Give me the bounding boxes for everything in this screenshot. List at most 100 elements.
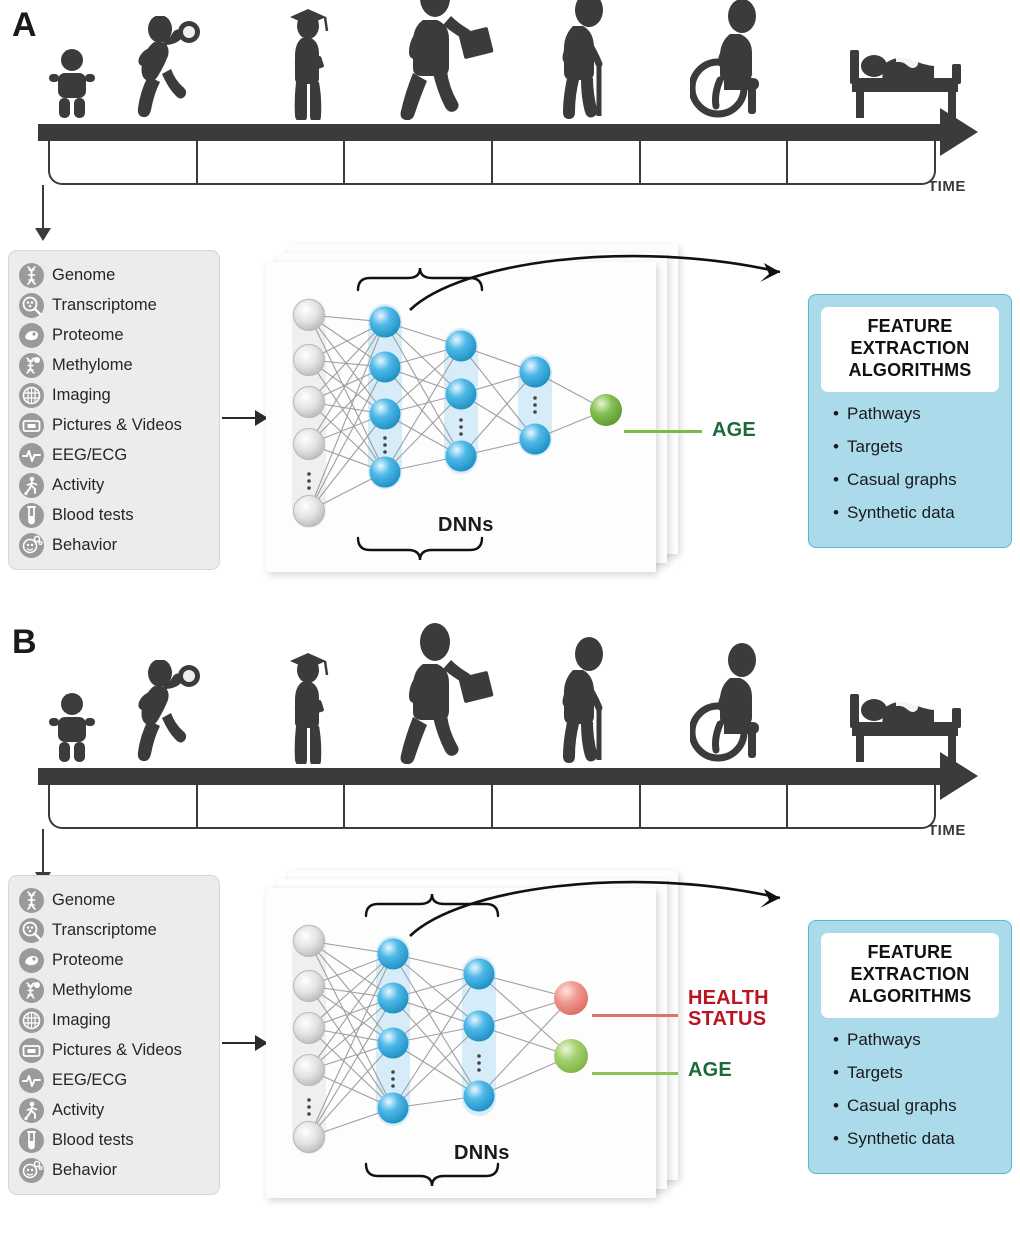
data-type-item-methylome: Methylome — [19, 975, 213, 1005]
data-type-label: Proteome — [52, 325, 124, 344]
media-frame-icon — [19, 1037, 44, 1063]
data-type-item-activity: Activity — [19, 1095, 213, 1125]
data-type-label: Pictures & Videos — [52, 415, 182, 434]
data-type-item-blood-tests: Blood tests — [19, 1125, 213, 1155]
output-node-age — [590, 394, 622, 426]
timeline-cell — [788, 785, 934, 827]
data-types-list-b: Genome Transcriptome Proteome Methylome Imag… — [8, 875, 220, 1195]
brace-to-feature-arrow-a — [409, 254, 781, 311]
brace-to-feature-arrow-b — [409, 880, 781, 937]
timeline-cell — [641, 785, 789, 827]
graduate-icon — [290, 653, 329, 764]
wheelchair-icon — [690, 0, 759, 118]
bullet-icon: • — [833, 1095, 839, 1115]
data-type-item-behavior: Behavior — [19, 530, 213, 560]
pulse-wave-icon — [22, 1074, 41, 1087]
dna-icon — [27, 890, 36, 910]
media-frame-icon — [22, 419, 41, 432]
test-tube-icon — [19, 502, 44, 528]
timeline-cell — [50, 141, 198, 183]
timeline-cell — [788, 141, 934, 183]
methylation-dna-icon — [19, 352, 44, 378]
timeline-axis-bar-b — [38, 768, 958, 785]
feature-item-label: Targets — [847, 1062, 903, 1082]
wheelchair-icon — [690, 643, 759, 762]
elderly-cane-icon — [562, 0, 603, 119]
behavior-head-icon — [19, 532, 44, 558]
timeline-cell — [345, 785, 494, 827]
data-type-item-pictures-videos: Pictures & Videos — [19, 410, 213, 440]
lifestage-figures-b — [0, 623, 1020, 764]
data-type-item-pictures-videos: Pictures & Videos — [19, 1035, 213, 1065]
pulse-wave-icon — [19, 1067, 44, 1093]
data-type-item-transcriptome: Transcriptome — [19, 290, 213, 320]
data-type-label: Behavior — [52, 535, 118, 554]
behavior-head-icon — [22, 535, 43, 553]
test-tube-icon — [27, 505, 36, 524]
child-ball-icon — [137, 16, 200, 118]
panel-a: A TIME Genome Transcriptome Proteome Met… — [0, 0, 1020, 620]
data-types-list-a: Genome Transcriptome Proteome Methylome Imag… — [8, 250, 220, 570]
methylation-dna-icon — [26, 981, 40, 999]
running-person-icon — [19, 472, 44, 498]
behavior-head-icon — [22, 1160, 43, 1178]
feature-item: • Casual graphs — [833, 1096, 999, 1116]
timeline-cell — [198, 141, 346, 183]
methylation-dna-icon — [26, 356, 40, 374]
data-type-label: Methylome — [52, 980, 133, 999]
panel-b: B TIME Genome Transcriptome Proteome Met… — [0, 622, 1020, 1244]
feature-box-items-a: • Pathways • Targets • Casual graphs • Syntheti… — [833, 404, 999, 523]
pulse-wave-icon — [22, 449, 41, 462]
feature-item: • Pathways — [833, 404, 999, 424]
data-type-item-transcriptome: Transcriptome — [19, 915, 213, 945]
protein-icon — [25, 955, 38, 965]
dnns-label-b: DNNs — [454, 1142, 510, 1164]
data-type-label: Activity — [52, 1100, 105, 1119]
graduate-icon — [290, 9, 329, 120]
data-type-item-methylome: Methylome — [19, 350, 213, 380]
rna-magnifier-icon — [19, 292, 44, 318]
elderly-cane-icon — [562, 637, 603, 763]
briefcase-adult-icon — [400, 623, 494, 764]
age-output-label-a: AGE — [712, 419, 756, 441]
child-ball-icon — [137, 660, 200, 762]
timeline-cell — [493, 141, 641, 183]
feature-item: • Synthetic data — [833, 1129, 999, 1149]
data-type-label: Blood tests — [52, 1130, 134, 1149]
test-tube-icon — [19, 1127, 44, 1153]
data-type-label: Behavior — [52, 1160, 118, 1179]
brain-scan-icon — [19, 382, 44, 408]
baby-icon — [49, 693, 95, 762]
running-person-icon — [24, 476, 38, 495]
feature-item: • Targets — [833, 437, 999, 457]
data-type-label: Blood tests — [52, 505, 134, 524]
briefcase-adult-icon — [400, 0, 494, 120]
dnns-label-a: DNNs — [438, 514, 494, 536]
data-type-label: Pictures & Videos — [52, 1040, 182, 1059]
timeline-cell — [198, 785, 346, 827]
data-type-label: Proteome — [52, 950, 124, 969]
bullet-icon: • — [833, 1128, 839, 1148]
brain-scan-icon — [19, 1007, 44, 1033]
bullet-icon: • — [833, 436, 839, 456]
data-type-label: Imaging — [52, 385, 111, 404]
data-type-label: Genome — [52, 890, 116, 909]
data-type-item-proteome: Proteome — [19, 945, 213, 975]
age-output-label-b: AGE — [688, 1059, 732, 1081]
dna-icon — [19, 262, 44, 288]
timeline-arrowhead-b — [940, 752, 978, 800]
bullet-icon: • — [833, 403, 839, 423]
age-output-line-b — [592, 1072, 678, 1075]
output-node-health-status — [554, 981, 588, 1015]
data-type-label: EEG/ECG — [52, 1070, 128, 1089]
bullet-icon: • — [833, 469, 839, 489]
baby-icon — [49, 49, 95, 118]
data-type-item-eeg-ecg: EEG/ECG — [19, 1065, 213, 1095]
brain-scan-icon — [22, 1011, 41, 1029]
timeline-to-data-connector-b — [42, 829, 44, 877]
timeline-cell — [493, 785, 641, 827]
timeline-intervals-b — [48, 785, 936, 829]
test-tube-icon — [27, 1130, 36, 1149]
data-type-label: EEG/ECG — [52, 445, 128, 464]
lifestage-figures-a — [0, 0, 1020, 120]
